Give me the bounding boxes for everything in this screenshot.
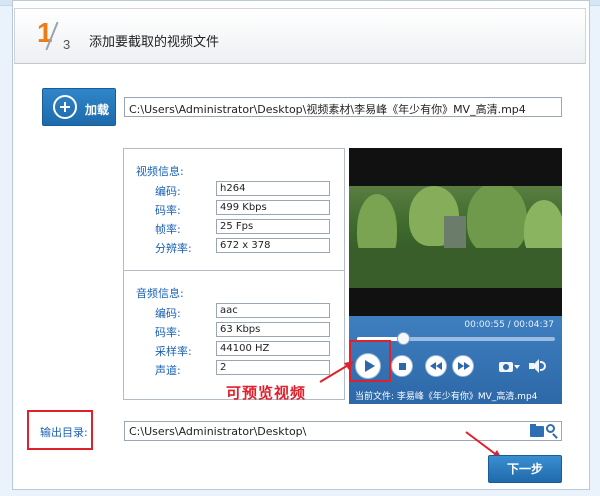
info-value-field: 499 Kbps (216, 200, 330, 215)
folder-search-icon[interactable] (530, 423, 558, 439)
video-info-row: 编码: h264 (124, 181, 344, 199)
step-indicator: 1 3 (37, 17, 81, 57)
magnifier-icon (546, 424, 555, 433)
camera-icon[interactable] (499, 359, 520, 373)
volume-wave (540, 361, 546, 371)
info-value-field: h264 (216, 181, 330, 196)
output-dir-label: 输出目录: (40, 426, 88, 439)
time-readout: 00:00:55 / 00:04:37 (464, 320, 554, 330)
video-info-row: 分辨率: 672 x 378 (124, 238, 344, 256)
next-step-button[interactable]: 下一步 (488, 455, 562, 483)
seek-handle[interactable] (396, 332, 410, 345)
video-info-group: 视频信息: 编码: h264 码率: 499 Kbps 帧率: 25 Fps 分… (124, 149, 344, 271)
video-info-title: 视频信息: (136, 165, 184, 178)
forward-icon[interactable] (452, 355, 474, 377)
video-frame (349, 186, 562, 288)
camera-lens (503, 364, 509, 370)
audio-info-group: 音频信息: 编码: aac 码率: 63 Kbps 采样率: 44100 HZ … (124, 271, 344, 399)
info-key: 码率: (155, 204, 181, 217)
rewind-icon[interactable] (425, 355, 447, 377)
info-key: 声道: (155, 364, 181, 377)
info-key: 编码: (155, 185, 181, 198)
info-key: 帧率: (155, 223, 181, 236)
info-value-field: 25 Fps (216, 219, 330, 234)
preview-note: 可预览视频 (226, 384, 307, 402)
chevron-down-icon (514, 365, 520, 369)
stop-icon[interactable] (391, 355, 413, 377)
folder-body (530, 426, 544, 437)
audio-info-row: 采样率: 44100 HZ (124, 341, 344, 359)
volume-cone (532, 359, 539, 373)
step-total: 3 (63, 37, 71, 52)
video-info-row: 帧率: 25 Fps (124, 219, 344, 237)
load-button[interactable]: 加载 (42, 88, 116, 126)
info-key: 码率: (155, 326, 181, 339)
step-title: 添加要截取的视频文件 (89, 35, 220, 50)
step-current: 1 (37, 17, 53, 48)
audio-info-title: 音频信息: (136, 287, 184, 300)
info-value-field: 44100 HZ (216, 341, 330, 356)
scene-ground (349, 248, 562, 288)
audio-info-row: 编码: aac (124, 303, 344, 321)
file-path-field[interactable]: C:\Users\Administrator\Desktop\视频素材\李易峰《… (124, 97, 562, 117)
media-info-panel: 视频信息: 编码: h264 码率: 499 Kbps 帧率: 25 Fps 分… (123, 148, 345, 400)
info-key: 编码: (155, 307, 181, 320)
info-value-field: 672 x 378 (216, 238, 330, 253)
info-key: 分辨率: (155, 242, 192, 255)
load-button-label: 加载 (85, 103, 110, 117)
audio-info-row: 码率: 63 Kbps (124, 322, 344, 340)
step-header: 1 3 添加要截取的视频文件 (14, 8, 586, 64)
plus-icon (53, 95, 77, 119)
arrow-icon (319, 361, 354, 383)
current-file-label: 当前文件: 李易峰《年少有你》MV_高清.mp4 (355, 392, 538, 402)
audio-info-row: 声道: 2 (124, 360, 344, 378)
info-key: 采样率: (155, 345, 192, 358)
info-value-field: 2 (216, 360, 330, 375)
info-value-field: aac (216, 303, 330, 318)
scene-tree (467, 186, 527, 254)
volume-icon[interactable] (529, 358, 547, 374)
info-value-field: 63 Kbps (216, 322, 330, 337)
video-info-row: 码率: 499 Kbps (124, 200, 344, 218)
